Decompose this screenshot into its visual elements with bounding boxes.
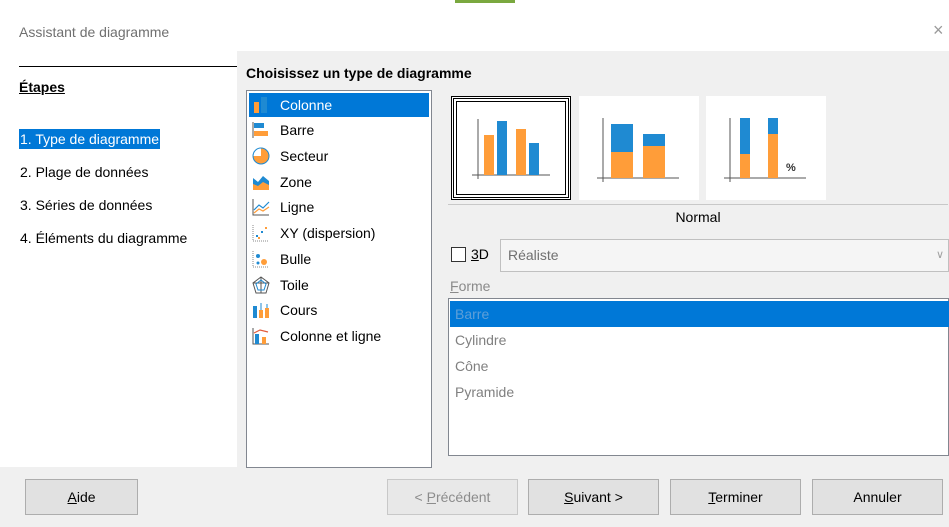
variant-stacked[interactable] bbox=[579, 96, 699, 200]
chart-variant-selector: % Normal bbox=[448, 90, 948, 232]
previous-label-rest: récédent bbox=[435, 489, 491, 505]
title-bar: Assistant de diagramme × bbox=[0, 0, 949, 51]
background-window-strip bbox=[0, 0, 949, 4]
chart-type-label: Bulle bbox=[280, 251, 312, 267]
help-label-rest: ide bbox=[76, 489, 96, 505]
shape-item-bar[interactable]: Barre bbox=[450, 301, 949, 327]
shape-list[interactable]: Barre Cylindre Cône Pyramide bbox=[448, 298, 949, 456]
3d-label-rest: D bbox=[478, 246, 489, 262]
column-chart-icon bbox=[254, 97, 267, 113]
area-chart-icon bbox=[253, 176, 269, 190]
previous-button[interactable]: < Précédent bbox=[387, 479, 518, 515]
bubble-chart-icon bbox=[252, 251, 269, 268]
chart-type-stock[interactable]: Cours bbox=[249, 298, 429, 322]
chart-type-line[interactable]: Ligne bbox=[249, 195, 429, 219]
3d-checkbox[interactable] bbox=[451, 247, 466, 262]
chart-type-label: Colonne et ligne bbox=[280, 328, 382, 344]
scatter-chart-icon bbox=[252, 225, 269, 242]
step-chart-elements[interactable]: 4. Éléments du diagramme bbox=[19, 228, 188, 248]
dialog-body: Étapes 1. Type de diagramme 2. Plage de … bbox=[0, 51, 949, 527]
chart-type-label: Cours bbox=[280, 302, 318, 318]
chart-type-list[interactable]: Colonne Barre Secteur Zone Ligne XY (dis… bbox=[246, 90, 432, 468]
previous-mnemonic: P bbox=[426, 489, 436, 505]
chart-type-area[interactable]: Zone bbox=[249, 170, 429, 194]
step-chart-type[interactable]: 1. Type de diagramme bbox=[19, 129, 161, 149]
chart-type-column[interactable]: Colonne bbox=[249, 93, 429, 117]
previous-prefix: < bbox=[414, 489, 427, 505]
chevron-down-icon[interactable]: ∨ bbox=[932, 240, 948, 271]
chart-type-label: Zone bbox=[280, 174, 312, 190]
steps-panel: Étapes 1. Type de diagramme 2. Plage de … bbox=[0, 51, 237, 467]
step-data-series[interactable]: 3. Séries de données bbox=[19, 195, 153, 215]
pie-chart-icon bbox=[252, 147, 270, 165]
next-button[interactable]: Suivant > bbox=[528, 479, 659, 515]
steps-heading: Étapes bbox=[19, 79, 65, 95]
chart-type-label: XY (dispersion) bbox=[280, 225, 376, 241]
percent-badge: % bbox=[786, 162, 796, 174]
chart-type-pie[interactable]: Secteur bbox=[249, 144, 429, 168]
shape-item-pyramid[interactable]: Pyramide bbox=[450, 379, 949, 405]
line-chart-icon bbox=[252, 199, 270, 216]
shape-item-cylinder[interactable]: Cylindre bbox=[450, 327, 949, 353]
help-button[interactable]: Aide bbox=[25, 479, 138, 515]
stock-chart-icon bbox=[253, 303, 269, 318]
chart-type-bubble[interactable]: Bulle bbox=[249, 247, 429, 271]
chart-type-net[interactable]: Toile bbox=[249, 273, 429, 297]
chart-type-label: Ligne bbox=[280, 199, 315, 215]
3d-label[interactable]: 3D bbox=[471, 246, 489, 262]
finish-button[interactable]: Terminer bbox=[670, 479, 801, 515]
variant-normal[interactable] bbox=[451, 96, 571, 200]
shape-label-mnemonic: F bbox=[450, 278, 459, 294]
shape-label-rest: orme bbox=[458, 278, 491, 294]
steps-divider bbox=[19, 66, 237, 67]
3d-look-value: Réaliste bbox=[508, 247, 559, 263]
chart-type-label: Toile bbox=[280, 277, 309, 293]
chart-type-label: Colonne bbox=[280, 97, 333, 113]
chart-type-scatter[interactable]: XY (dispersion) bbox=[249, 221, 429, 245]
column-line-chart-icon bbox=[252, 328, 269, 345]
window-title: Assistant de diagramme bbox=[19, 24, 170, 40]
chart-type-label: Barre bbox=[280, 122, 315, 138]
variant-percent-stacked[interactable]: % bbox=[706, 96, 826, 200]
finish-label-rest: erminer bbox=[715, 489, 763, 505]
shape-label: Forme bbox=[450, 278, 490, 294]
next-label-rest: uivant > bbox=[573, 489, 623, 505]
close-icon[interactable]: × bbox=[933, 20, 949, 40]
3d-label-mnemonic: 3 bbox=[471, 246, 479, 262]
bar-chart-icon bbox=[252, 122, 268, 138]
cancel-button[interactable]: Annuler bbox=[812, 479, 943, 515]
column-stacked-icon bbox=[597, 118, 679, 182]
chart-type-column-line[interactable]: Colonne et ligne bbox=[249, 324, 429, 348]
net-chart-icon bbox=[252, 276, 270, 294]
chart-type-heading: Choisissez un type de diagramme bbox=[246, 65, 472, 81]
step-data-range[interactable]: 2. Plage de données bbox=[19, 162, 149, 182]
variant-caption: Normal bbox=[448, 204, 948, 228]
column-normal-icon bbox=[472, 119, 550, 179]
chart-type-bar[interactable]: Barre bbox=[249, 118, 429, 142]
chart-type-label: Secteur bbox=[280, 148, 329, 164]
3d-look-combo[interactable]: Réaliste ∨ bbox=[500, 239, 949, 272]
help-mnemonic: A bbox=[67, 489, 77, 505]
column-percent-stacked-icon bbox=[724, 118, 806, 182]
shape-item-cone[interactable]: Cône bbox=[450, 353, 949, 379]
